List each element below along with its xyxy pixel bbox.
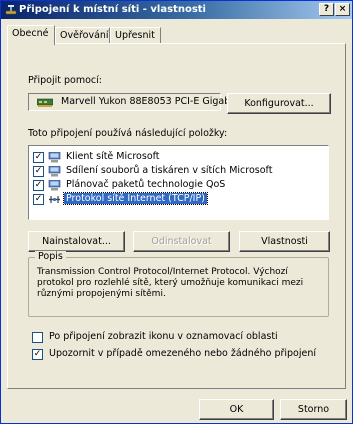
component-label: Protokol sítě Internet (TCP/IP) bbox=[63, 192, 208, 205]
close-button[interactable]: × bbox=[335, 3, 350, 16]
uninstall-button[interactable]: Odinstalovat bbox=[133, 231, 230, 252]
tab-authentication[interactable]: Ověřování bbox=[55, 27, 110, 44]
help-button[interactable]: ? bbox=[319, 3, 334, 16]
components-label: Toto připojení používá následující polož… bbox=[28, 128, 228, 139]
qos-scheduler-icon bbox=[48, 180, 61, 191]
cancel-button[interactable]: Storno bbox=[280, 399, 347, 420]
adapter-field: Marvell Yukon 88E8053 PCI-E Gigabi bbox=[28, 93, 233, 111]
properties-dialog: Připojení k místní síti - vlastnosti ? ×… bbox=[0, 0, 353, 424]
component-checkbox[interactable]: ✓ bbox=[33, 152, 44, 163]
component-checkbox[interactable]: ✓ bbox=[33, 180, 44, 191]
adapter-name: Marvell Yukon 88E8053 PCI-E Gigabi bbox=[61, 96, 233, 107]
title-bar[interactable]: Připojení k místní síti - vlastnosti ? × bbox=[1, 1, 352, 19]
components-list[interactable]: ✓ Klient sítě Microsoft ✓ Sdílení soubor… bbox=[28, 145, 329, 220]
show-icon-checkbox[interactable] bbox=[32, 332, 43, 343]
tab-general[interactable]: Obecné bbox=[7, 25, 55, 45]
protocol-icon bbox=[49, 196, 60, 203]
component-checkbox[interactable]: ✓ bbox=[33, 166, 44, 177]
connect-using-label: Připojit pomocí: bbox=[28, 75, 102, 86]
description-text: Transmission Control Protocol/Internet P… bbox=[37, 267, 304, 299]
description-group: Popis Transmission Control Protocol/Inte… bbox=[28, 251, 329, 317]
tab-advanced[interactable]: Upřesnit bbox=[110, 27, 161, 44]
list-item[interactable]: ✓ Plánovač paketů technologie QoS bbox=[33, 179, 323, 192]
install-button[interactable]: Nainstalovat... bbox=[28, 231, 125, 252]
description-legend: Popis bbox=[35, 251, 66, 262]
network-client-icon bbox=[48, 152, 61, 163]
component-checkbox[interactable]: ✓ bbox=[33, 194, 44, 205]
network-adapter-icon bbox=[37, 98, 53, 107]
list-item[interactable]: ✓ Protokol sítě Internet (TCP/IP) bbox=[33, 192, 323, 206]
properties-button[interactable]: Vlastnosti bbox=[239, 231, 330, 252]
component-label: Sdílení souborů a tiskáren v sítích Micr… bbox=[66, 165, 273, 176]
network-connection-icon bbox=[5, 5, 17, 15]
configure-button[interactable]: Konfigurovat... bbox=[227, 93, 331, 114]
ok-button[interactable]: OK bbox=[199, 399, 274, 420]
window-title: Připojení k místní síti - vlastnosti bbox=[19, 4, 206, 15]
component-label: Klient sítě Microsoft bbox=[66, 151, 160, 162]
notify-label: Upozornit v případě omezeného nebo žádné… bbox=[49, 348, 317, 359]
component-label: Plánovač paketů technologie QoS bbox=[66, 179, 226, 190]
show-icon-label: Po připojení zobrazit ikonu v oznamovací… bbox=[49, 331, 278, 342]
list-item[interactable]: ✓ Sdílení souborů a tiskáren v sítích Mi… bbox=[33, 165, 323, 178]
notify-checkbox[interactable]: ✓ bbox=[32, 349, 43, 360]
file-printer-sharing-icon bbox=[48, 166, 61, 177]
list-item[interactable]: ✓ Klient sítě Microsoft bbox=[33, 151, 323, 164]
